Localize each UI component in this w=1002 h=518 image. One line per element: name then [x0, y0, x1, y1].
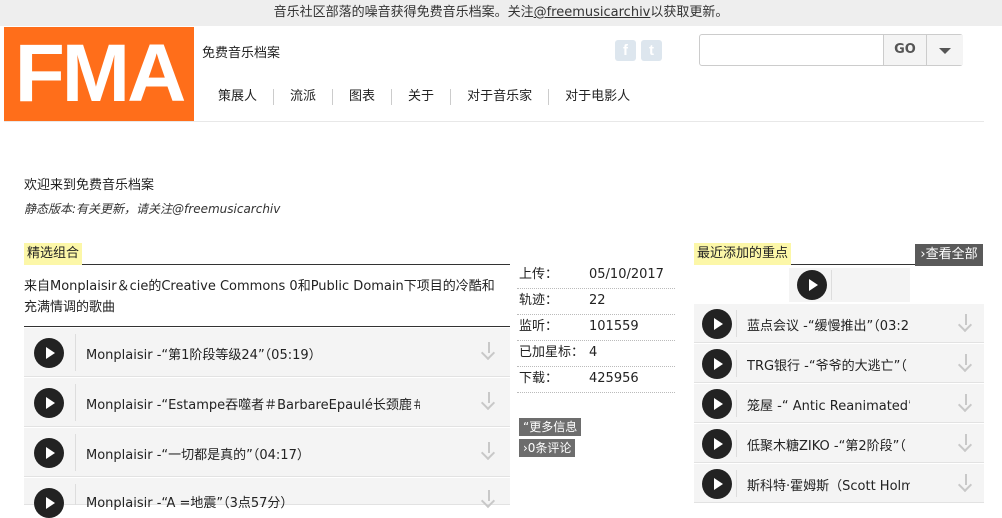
nav-about[interactable]: 关于	[391, 89, 450, 105]
track-title[interactable]: TRG银行 -“爷爷的大逃亡”（	[747, 355, 910, 374]
header-divider	[4, 121, 984, 122]
play-icon[interactable]	[702, 469, 732, 499]
download-arrow-icon[interactable]	[958, 434, 974, 450]
track-separator	[736, 350, 737, 377]
track-title[interactable]: 笼屋 -“ Antic Reanimated”（	[747, 395, 910, 414]
track-title[interactable]: Monplaisir -“第1阶段等级24”（05:19）	[86, 344, 420, 363]
banner-text-after: 以获取更新。	[650, 5, 729, 20]
search-input[interactable]	[700, 35, 882, 65]
twitter-icon[interactable]: t	[641, 40, 662, 61]
play-icon[interactable]	[34, 388, 64, 418]
play-icon[interactable]	[34, 488, 64, 518]
stat-key: 监听：	[519, 319, 559, 334]
track-title[interactable]: 蓝点会议 -“缓慢推出”（03:28）	[747, 315, 910, 334]
play-icon[interactable]	[702, 309, 732, 339]
track-separator	[736, 390, 737, 417]
stat-value: 101559	[589, 319, 639, 334]
download-arrow-icon[interactable]	[481, 442, 497, 458]
track-title[interactable]: 低聚木糖ZIKO -“第2阶段”（	[747, 435, 910, 454]
track-title[interactable]: 斯科特·霍姆斯（Scott Holmes	[747, 475, 910, 494]
static-version-note: 静态版本:有关更新，请关注@freemusicarchiv	[24, 202, 281, 216]
stat-starred: 已加星标： 4	[517, 340, 675, 367]
featured-track-row: Monplaisir -“第1阶段等级24”（05:19）	[24, 328, 510, 377]
comments-button[interactable]: ›0条评论	[519, 439, 576, 457]
view-all-button[interactable]: ›查看全部	[915, 244, 983, 266]
search-go-button[interactable]: GO	[883, 35, 926, 65]
featured-mix-label: 精选组合	[24, 243, 83, 265]
featured-mix-description: 来自Monplaisir＆cie的Creative Commons 0和Publ…	[24, 279, 495, 315]
recent-track-row: 笼屋 -“ Antic Reanimated”（	[694, 384, 984, 423]
stat-key: 轨迹：	[519, 293, 559, 308]
stat-value: 4	[589, 345, 598, 360]
recent-track-row: TRG银行 -“爷爷的大逃亡”（	[694, 344, 984, 383]
stat-value: 22	[589, 293, 606, 308]
track-separator	[736, 470, 737, 497]
play-icon[interactable]	[34, 338, 64, 368]
download-arrow-icon[interactable]	[481, 490, 497, 506]
featured-track-row: Monplaisir -“Estampe吞噬者＃BarbareEpaulé长颈鹿…	[24, 378, 510, 427]
recent-track-row: 蓝点会议 -“缓慢推出”（03:28）	[694, 304, 984, 343]
track-separator	[75, 484, 76, 505]
track-separator	[75, 334, 76, 371]
play-icon[interactable]	[34, 438, 64, 468]
recent-highlights-heading: 最近添加的重点	[694, 242, 915, 265]
download-arrow-icon[interactable]	[958, 314, 974, 330]
download-arrow-icon[interactable]	[481, 392, 497, 408]
banner-text-before: 音乐社区部落的噪音获得免费音乐档案。关注	[273, 5, 534, 20]
mini-player	[789, 268, 910, 302]
nav-for-musicians[interactable]: 对于音乐家	[450, 89, 548, 105]
recent-track-row: 低聚木糖ZIKO -“第2阶段”（	[694, 424, 984, 463]
featured-mix-heading: 精选组合	[24, 242, 510, 265]
track-title[interactable]: Monplaisir -“一切都是真的”（04:17）	[86, 444, 420, 463]
stat-listens: 监听： 101559	[517, 314, 675, 341]
top-banner: 音乐社区部落的噪音获得免费音乐档案。关注@freemusicarchiv以获取更…	[0, 0, 1002, 26]
download-arrow-icon[interactable]	[481, 342, 497, 358]
stat-uploaded: 上传： 05/10/2017	[517, 262, 675, 289]
track-separator	[736, 430, 737, 457]
stat-key: 上传：	[519, 267, 559, 282]
stat-value: 05/10/2017	[589, 267, 664, 282]
chevron-down-icon	[939, 48, 951, 54]
search-box: GO	[699, 34, 963, 66]
featured-track-row: Monplaisir -“一切都是真的”（04:17）	[24, 428, 510, 477]
play-icon[interactable]	[797, 270, 827, 300]
stat-tracks: 轨迹： 22	[517, 288, 675, 315]
stat-key: 已加星标：	[519, 345, 585, 360]
download-arrow-icon[interactable]	[958, 394, 974, 410]
play-icon[interactable]	[702, 349, 732, 379]
download-arrow-icon[interactable]	[958, 474, 974, 490]
fma-logo[interactable]: FMA	[4, 27, 194, 121]
welcome-title: 欢迎来到免费音乐档案	[24, 178, 155, 193]
featured-divider	[24, 326, 510, 327]
more-info-button[interactable]: “更多信息	[519, 418, 582, 436]
track-separator	[75, 434, 76, 471]
facebook-icon[interactable]: f	[615, 40, 636, 61]
nav-for-filmmakers[interactable]: 对于电影人	[548, 89, 646, 105]
banner-handle-link[interactable]: @freemusicarchiv	[534, 5, 651, 20]
track-title[interactable]: Monplaisir -“Estampe吞噬者＃BarbareEpaulé长颈鹿…	[86, 394, 420, 413]
main-nav: 策展人 流派 图表 关于 对于音乐家 对于电影人	[202, 85, 646, 109]
featured-track-row: Monplaisir -“A =地震”（3点57分）	[24, 478, 510, 518]
stat-downloads: 下载： 425956	[517, 366, 675, 393]
track-separator	[75, 384, 76, 421]
play-icon[interactable]	[702, 429, 732, 459]
stat-value: 425956	[589, 371, 639, 386]
stat-key: 下载：	[519, 371, 559, 386]
play-icon[interactable]	[702, 389, 732, 419]
player-separator	[831, 270, 832, 300]
download-arrow-icon[interactable]	[958, 354, 974, 370]
recent-highlights-label: 最近添加的重点	[694, 243, 792, 265]
track-title[interactable]: Monplaisir -“A =地震”（3点57分）	[86, 492, 420, 511]
nav-charts[interactable]: 图表	[332, 89, 391, 105]
track-separator	[736, 310, 737, 337]
search-options-button[interactable]	[926, 35, 963, 65]
site-name: 免费音乐档案	[202, 46, 281, 61]
nav-genres[interactable]: 流派	[273, 89, 332, 105]
nav-curators[interactable]: 策展人	[202, 89, 273, 105]
recent-track-row: 斯科特·霍姆斯（Scott Holmes	[694, 464, 984, 503]
